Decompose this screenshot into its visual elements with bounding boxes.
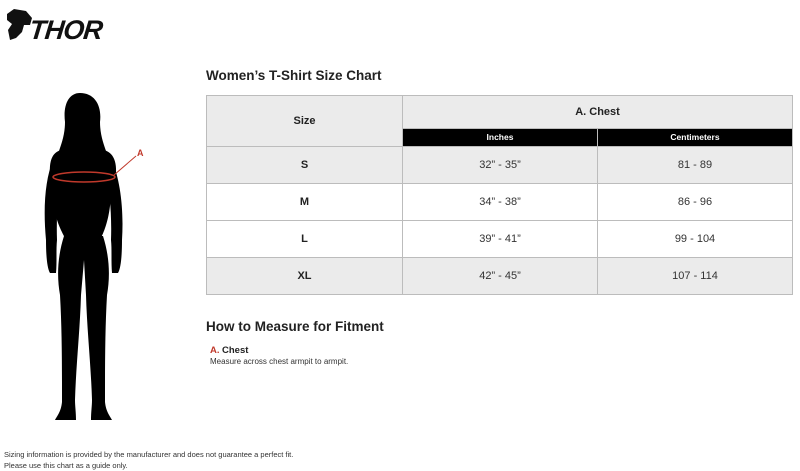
centimeters-header: Centimeters — [597, 127, 793, 148]
size-cell: M — [206, 183, 403, 221]
measure-item-letter: A. — [210, 345, 220, 356]
measure-item-description: Measure across chest armpit to armpit. — [210, 357, 349, 366]
centimeters-cell: 107 - 114 — [597, 257, 793, 295]
inches-cell: 42” - 45” — [402, 257, 598, 295]
size-cell: L — [206, 220, 403, 258]
inches-header: Inches — [402, 127, 598, 148]
disclaimer-line: Please use this chart as a guide only. — [4, 461, 128, 470]
footer-disclaimer: Sizing information is provided by the ma… — [4, 449, 293, 471]
inches-cell: 32” - 35” — [402, 146, 598, 184]
size-cell: S — [206, 146, 403, 184]
centimeters-cell: 81 - 89 — [597, 146, 793, 184]
chest-leader-line — [113, 155, 137, 176]
table-row: L 39” - 41” 99 - 104 — [206, 220, 793, 258]
inches-cell: 34” - 38” — [402, 183, 598, 221]
disclaimer-line: Sizing information is provided by the ma… — [4, 450, 294, 459]
centimeters-cell: 99 - 104 — [597, 220, 793, 258]
measure-item-label: Chest — [222, 345, 249, 356]
size-column-header: Size — [206, 95, 403, 147]
centimeters-cell: 86 - 96 — [597, 183, 793, 221]
size-chart-table: Size A. Chest Inches Centimeters S 32” -… — [206, 95, 793, 295]
chest-marker-label: A — [137, 148, 144, 158]
inches-cell: 39” - 41” — [402, 220, 598, 258]
table-row: XL 42” - 45” 107 - 114 — [206, 257, 793, 295]
thor-logo[interactable]: THOR — [4, 6, 128, 48]
size-chart-title: Women’s T-Shirt Size Chart — [206, 68, 382, 83]
size-cell: XL — [206, 257, 403, 295]
table-row: M 34” - 38” 86 - 96 — [206, 183, 793, 221]
table-row: S 32” - 35” 81 - 89 — [206, 146, 793, 184]
chest-group-header: A. Chest — [402, 95, 793, 129]
woman-silhouette — [44, 93, 123, 420]
body-diagram: A — [40, 90, 150, 430]
measure-title: How to Measure for Fitment — [206, 319, 384, 334]
logo-text: THOR — [28, 14, 105, 45]
